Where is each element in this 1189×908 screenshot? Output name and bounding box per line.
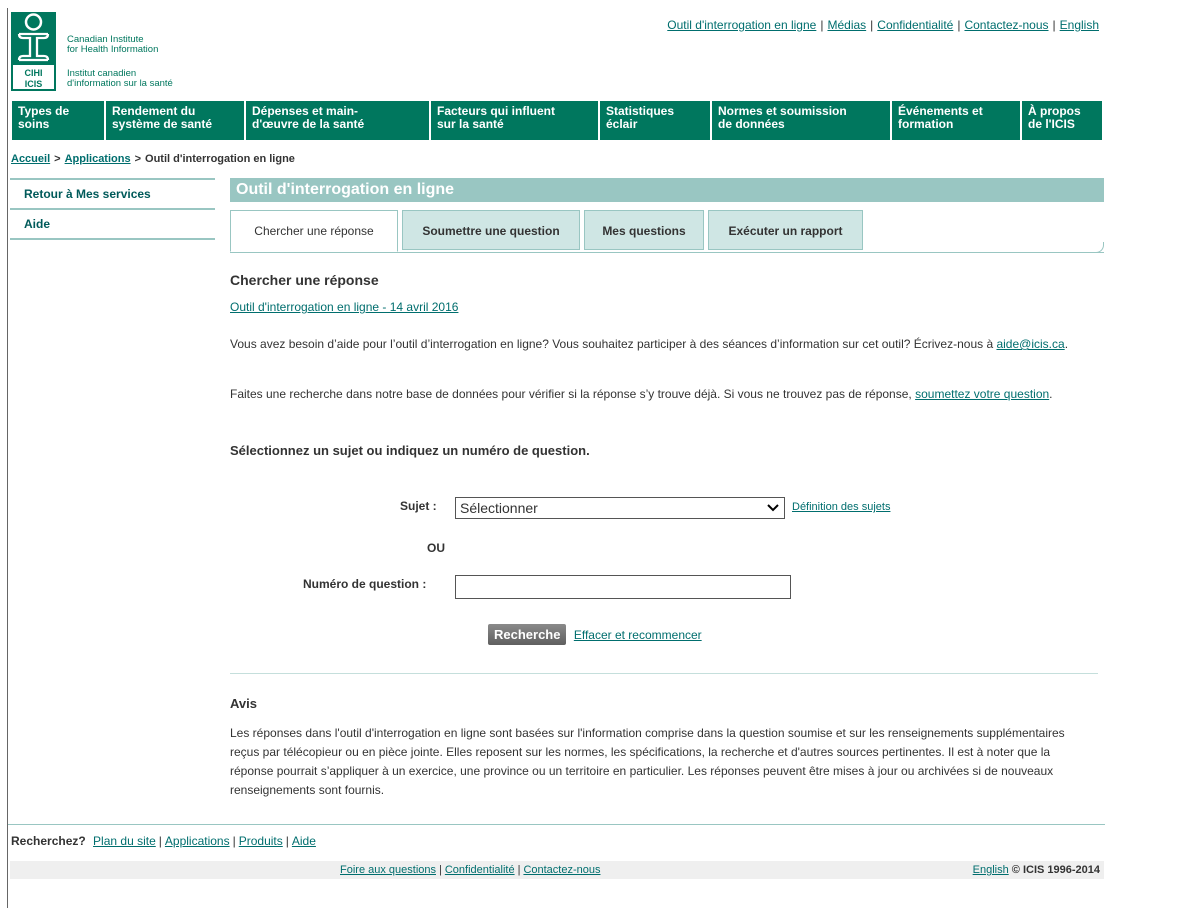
utility-link-contact[interactable]: Contactez-nous [964,18,1048,32]
footer-link-aide[interactable]: Aide [292,834,316,848]
logo-en-name: Canadian Institute for Health Informatio… [67,34,159,55]
question-label: Numéro de question : [303,577,427,591]
main-content: Outil d'interrogation en ligne Chercher … [230,178,1104,797]
page: CIHI ICIS Canadian Institute for Health … [7,8,1105,908]
breadcrumb-separator: > [134,153,142,165]
nav-normes[interactable]: Normes et soumission de données [712,101,890,140]
logo-abbr-en: CIHI [25,68,43,78]
logo-abbr-fr: ICIS [25,79,43,89]
logo-mark: CIHI ICIS [11,12,56,91]
footer-privacy-link[interactable]: Confidentialité [445,864,515,876]
footer-link-plan[interactable]: Plan du site [93,834,156,848]
reset-link[interactable]: Effacer et recommencer [574,628,702,642]
left-nav-mes-services[interactable]: Retour à Mes services [10,180,215,210]
search-paragraph: Faites une recherche dans notre base de … [230,387,1053,401]
help-email-link[interactable]: aide@icis.ca [996,337,1064,351]
section-heading: Chercher une réponse [230,272,379,288]
footer-link-applications[interactable]: Applications [165,834,230,848]
subject-definition-link[interactable]: Définition des sujets [792,501,890,513]
release-link[interactable]: Outil d'interrogation en ligne - 14 avri… [230,300,458,314]
tab-chercher[interactable]: Chercher une réponse [230,210,398,252]
nav-statistiques[interactable]: Statistiques éclair [600,101,710,140]
notice-heading: Avis [230,696,257,711]
footer-link-produits[interactable]: Produits [239,834,283,848]
utility-link-confidentialite[interactable]: Confidentialité [877,18,953,32]
subject-select[interactable]: Sélectionner [455,497,785,519]
nav-types-de-soins[interactable]: Types de soins [12,101,104,140]
breadcrumb-applications[interactable]: Applications [65,153,131,165]
submit-question-link[interactable]: soumettez votre question [915,387,1049,401]
main-nav: Types de soins Rendement du système de san… [12,101,1104,140]
utility-link-english[interactable]: English [1060,18,1099,32]
chevron-down-icon [766,498,780,524]
question-row: Numéro de question : [230,575,1104,601]
divider [230,673,1098,674]
footer-copyright: English © ICIS 1996-2014 [972,864,1100,876]
footer-english-link[interactable]: English [973,864,1009,876]
footer-search-label: Recherchez? [11,834,86,848]
nav-evenements[interactable]: Événements et formation [892,101,1020,140]
footer-bottom-links: Foire aux questions | Confidentialité | Cont… [340,864,601,876]
utility-nav: Outil d'interrogation en ligne | Médias | Co… [667,18,1099,32]
footer-bar: Foire aux questions | Confidentialité | Cont… [10,861,1104,879]
left-nav: Retour à Mes services Aide [10,178,215,240]
page-title: Outil d'interrogation en ligne [230,178,1104,202]
nav-facteurs[interactable]: Facteurs qui influent sur la santé [431,101,598,140]
utility-link-outil[interactable]: Outil d'interrogation en ligne [667,18,816,32]
footer-divider [8,824,1105,825]
breadcrumb: Accueil > Applications > Outil d'interrogati… [11,153,295,165]
footer-nav: Recherchez? Plan du site | Applications | Pr… [11,834,316,848]
footer-contact-link[interactable]: Contactez-nous [523,864,600,876]
search-button[interactable]: Recherche [488,624,567,645]
tab-bar: Chercher une réponse Soumettre une quest… [230,210,1104,253]
tab-soumettre[interactable]: Soumettre une question [402,210,580,250]
breadcrumb-home[interactable]: Accueil [11,153,50,165]
subject-label: Sujet : [400,499,437,513]
subject-row: Sujet : Sélectionner Définition des suje… [230,497,1104,523]
action-row: Recherche Effacer et recommencer [488,624,702,645]
nav-rendement[interactable]: Rendement du système de santé [106,101,244,140]
utility-link-medias[interactable]: Médias [827,18,866,32]
footer-faq-link[interactable]: Foire aux questions [340,864,436,876]
help-paragraph: Vous avez besoin d’aide pour l’outil d’i… [230,337,1069,351]
tab-bar-corner [1093,242,1104,253]
notice-text: Les réponses dans l'outil d'interrogatio… [230,726,1065,797]
breadcrumb-separator: > [54,153,61,165]
tab-mes-questions[interactable]: Mes questions [584,210,704,250]
left-nav-aide[interactable]: Aide [10,210,215,240]
tab-executer-rapport[interactable]: Exécuter un rapport [708,210,863,250]
cihi-logo[interactable]: CIHI ICIS Canadian Institute for Health … [8,8,208,94]
instruction-text: Sélectionnez un sujet ou indiquez un num… [230,443,590,458]
or-text: OU [427,541,445,555]
nav-a-propos[interactable]: À propos de l'ICIS [1022,101,1102,140]
logo-fr-name: Institut canadien d'information sur la s… [67,68,173,89]
nav-depenses[interactable]: Dépenses et main-d'œuvre de la santé [246,101,429,140]
breadcrumb-current: Outil d'interrogation en ligne [145,153,295,165]
question-number-input[interactable] [455,575,791,599]
